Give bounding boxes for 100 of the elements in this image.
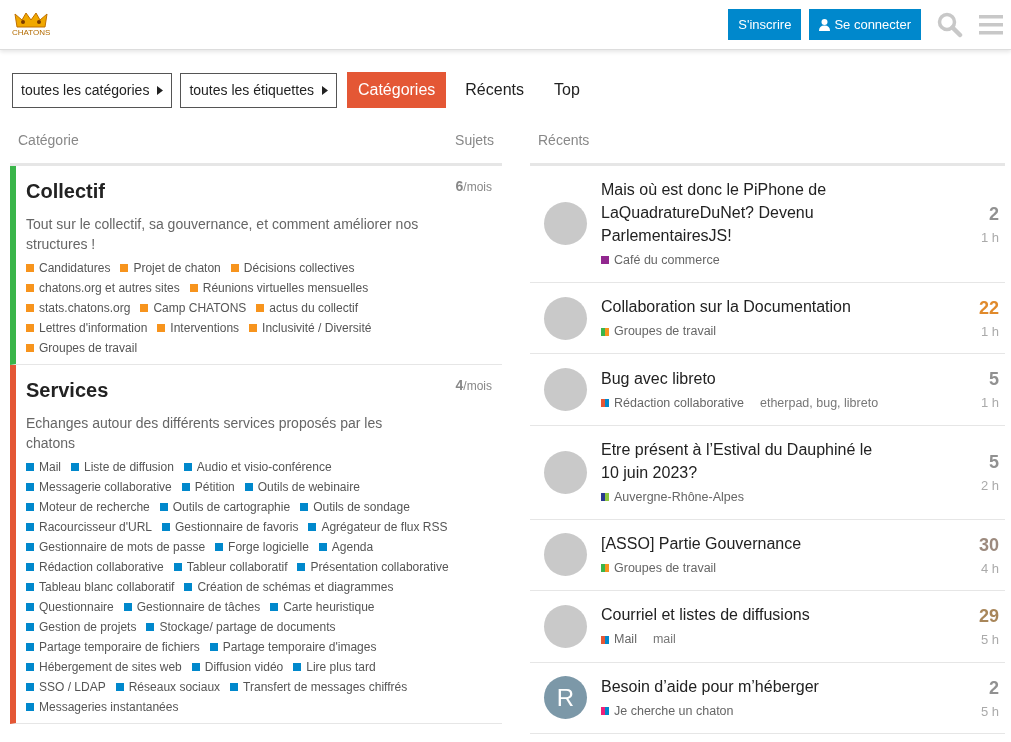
menu-icon[interactable] bbox=[979, 13, 1003, 36]
subcategory-link[interactable]: Partage temporaire de fichiers bbox=[26, 637, 200, 657]
subcategory-link[interactable]: Réunions virtuelles mensuelles bbox=[189, 278, 369, 298]
subcategory-link[interactable]: Diffusion vidéo bbox=[191, 657, 284, 677]
subcategory-link[interactable]: Transfert de messages chiffrés bbox=[230, 677, 408, 697]
subcategory-link[interactable]: Lire plus tard bbox=[293, 657, 376, 677]
subcategory-link[interactable]: Messagerie collaborative bbox=[26, 477, 172, 497]
subcategory-link[interactable]: Liste de diffusion bbox=[71, 457, 174, 477]
subcategory-link[interactable]: Gestionnaire de tâches bbox=[123, 597, 261, 617]
category-swatch bbox=[601, 256, 609, 265]
subcategory-link[interactable]: Projet de chaton bbox=[120, 258, 221, 278]
category-link[interactable]: Café du commerce bbox=[601, 251, 720, 270]
subcategory-link[interactable]: Outils de sondage bbox=[300, 497, 410, 517]
reply-count: 2 bbox=[988, 202, 999, 226]
topic-title[interactable]: [ASSO] Partie Gouvernance bbox=[601, 531, 891, 555]
column-header: Récents bbox=[538, 132, 590, 148]
category-title[interactable]: Collectif bbox=[26, 176, 105, 206]
column-header: Catégorie bbox=[18, 131, 79, 150]
avatar-placeholder[interactable] bbox=[544, 368, 587, 411]
category-link[interactable]: Auvergne-Rhône-Alpes bbox=[601, 487, 744, 507]
topic-age: 5 h bbox=[979, 631, 999, 649]
topic-age: 1 h bbox=[979, 228, 999, 247]
category-link[interactable]: Mail bbox=[601, 630, 637, 650]
topic-count: 4/mois bbox=[455, 376, 492, 395]
search-icon[interactable] bbox=[937, 11, 963, 38]
subcategory-link[interactable]: Mail bbox=[26, 457, 61, 477]
subcategory-link[interactable]: Inclusivité / Diversité bbox=[249, 318, 372, 338]
category-link[interactable]: Groupes de travail bbox=[601, 558, 717, 578]
avatar-placeholder[interactable] bbox=[544, 533, 587, 577]
subcategory-link[interactable]: Présentation collaborative bbox=[297, 557, 449, 577]
subcategory-link[interactable]: Gestionnaire de mots de passe bbox=[26, 537, 206, 557]
topic-title[interactable]: Besoin d’aide pour m’héberger bbox=[601, 674, 891, 698]
topic-age: 2 h bbox=[979, 476, 999, 495]
topic-age: 1 h bbox=[979, 394, 999, 413]
subcategory-link[interactable]: Lettres d'information bbox=[26, 318, 148, 338]
column-header: Sujets bbox=[455, 131, 494, 150]
reply-count: 22 bbox=[977, 296, 999, 320]
nav-tab[interactable]: Top bbox=[543, 72, 591, 108]
subcategory-link[interactable]: Gestionnaire de favoris bbox=[162, 517, 299, 537]
subcategory-link[interactable]: Tableur collaboratif bbox=[173, 557, 288, 577]
login-button[interactable]: Se connecter bbox=[809, 8, 921, 41]
topic-title[interactable]: Bug avec libreto bbox=[601, 366, 891, 390]
topic-title[interactable]: Courriel et listes de diffusions bbox=[601, 603, 891, 627]
topic-title[interactable]: Etre présent à l’Estival du Dauphiné le 10 juin 2023? bbox=[601, 437, 891, 484]
topic-title[interactable]: Mais où est donc le PiPhone de LaQuadratureDuNet? Devenu ParlementairesJS! bbox=[601, 178, 891, 247]
category-title[interactable]: Services bbox=[26, 375, 109, 405]
subcategory-link[interactable]: Carte heuristique bbox=[270, 597, 375, 617]
topic-tags[interactable]: etherpad, bug, libreto bbox=[759, 393, 879, 413]
subcategory-link[interactable]: Interventions bbox=[157, 318, 240, 338]
subcategory-link[interactable]: Racourcisseur d'URL bbox=[26, 517, 152, 537]
subcategory-link[interactable]: actus du collectif bbox=[256, 298, 358, 318]
topic-age: 5 h bbox=[979, 702, 999, 721]
category-link[interactable]: Groupes de travail bbox=[601, 322, 717, 341]
subcategory-link[interactable]: Forge logicielle bbox=[215, 537, 309, 557]
subcategory-link[interactable]: Questionnaire bbox=[26, 597, 114, 617]
subcategory-link[interactable]: Décisions collectives bbox=[230, 258, 355, 278]
subcategory-link[interactable]: chatons.org et autres sites bbox=[26, 278, 180, 298]
category-swatch bbox=[601, 327, 609, 336]
nav-tab[interactable]: Récents bbox=[454, 72, 535, 108]
category-swatch bbox=[601, 707, 609, 716]
category-swatch bbox=[601, 635, 609, 644]
subcategory-link[interactable]: Outils de webinaire bbox=[244, 477, 360, 497]
category-description: Echanges autour des différents services proposés par les chatons bbox=[26, 414, 384, 453]
topic-tags[interactable]: mail bbox=[652, 630, 676, 650]
subcategory-link[interactable]: Messageries instantanées bbox=[26, 697, 179, 717]
subcategory-link[interactable]: Agenda bbox=[318, 537, 374, 557]
subcategory-link[interactable]: stats.chatons.org bbox=[26, 298, 131, 318]
subcategory-link[interactable]: Pétition bbox=[181, 477, 235, 497]
subcategory-link[interactable]: Partage temporaire d'images bbox=[209, 637, 377, 657]
subcategory-link[interactable]: Création de schémas et diagrammes bbox=[184, 577, 394, 597]
avatar-placeholder[interactable] bbox=[544, 202, 587, 246]
subcategory-link[interactable]: Agrégateur de flux RSS bbox=[308, 517, 448, 537]
filter-dropdown[interactable]: toutes les étiquettes bbox=[180, 72, 337, 108]
subcategory-link[interactable]: Tableau blanc collaboratif bbox=[26, 577, 175, 597]
subcategory-link[interactable]: Rédaction collaborative bbox=[26, 557, 164, 577]
avatar-placeholder[interactable] bbox=[544, 604, 587, 648]
category-swatch bbox=[601, 399, 609, 407]
topic-age: 4 h bbox=[979, 559, 999, 578]
category-swatch bbox=[601, 564, 609, 573]
subcategory-link[interactable]: SSO / LDAP bbox=[26, 677, 106, 697]
subcategory-link[interactable]: Réseaux sociaux bbox=[115, 677, 221, 697]
subcategory-link[interactable]: Outils de cartographie bbox=[159, 497, 291, 517]
reply-count: 2 bbox=[988, 676, 999, 700]
nav-tab[interactable]: Catégories bbox=[346, 72, 447, 108]
subcategory-link[interactable]: Hébergement de sites web bbox=[26, 657, 182, 677]
topic-title[interactable]: Collaboration sur la Documentation bbox=[601, 295, 891, 319]
avatar-placeholder[interactable] bbox=[544, 296, 587, 340]
category-link[interactable]: Rédaction collaborative bbox=[601, 393, 744, 413]
subcategory-link[interactable]: Audio et visio-conférence bbox=[183, 457, 332, 477]
subcategory-link[interactable]: Groupes de travail bbox=[26, 338, 138, 358]
subcategory-link[interactable]: Stockage/ partage de documents bbox=[146, 617, 336, 637]
subcategory-link[interactable]: Candidatures bbox=[26, 258, 111, 278]
subcategory-link[interactable]: Moteur de recherche bbox=[26, 497, 150, 517]
category-link[interactable]: Je cherche un chaton bbox=[601, 701, 734, 721]
avatar-placeholder[interactable] bbox=[544, 450, 587, 494]
subcategory-link[interactable]: Camp CHATONS bbox=[140, 298, 247, 318]
caret-icon bbox=[321, 85, 328, 95]
filter-dropdown[interactable]: toutes les catégories bbox=[12, 72, 173, 108]
subcategory-link[interactable]: Gestion de projets bbox=[26, 617, 137, 637]
signup-button[interactable]: S'inscrire bbox=[728, 8, 802, 41]
